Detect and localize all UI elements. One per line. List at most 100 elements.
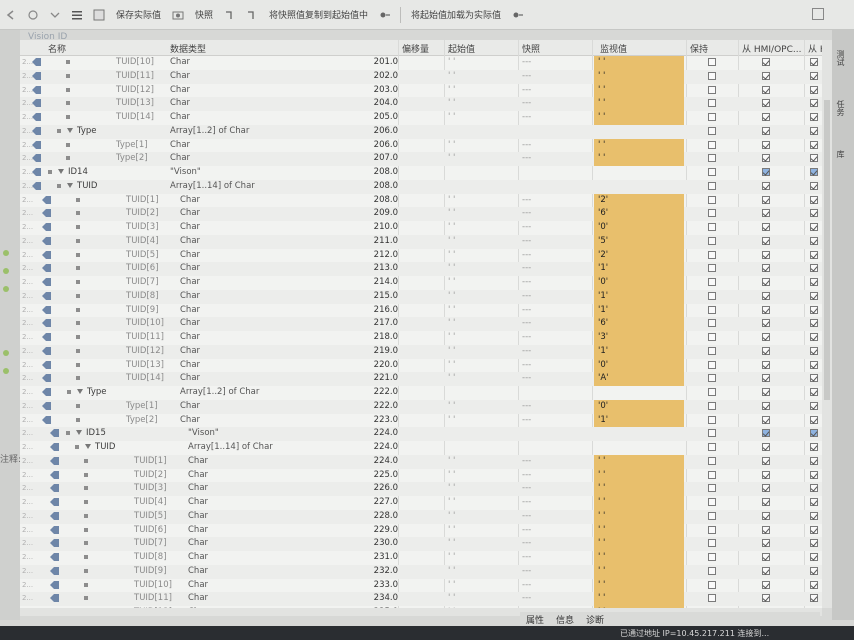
col-header-offset[interactable]: 偏移量 [402,42,429,55]
task-tab-tasks[interactable]: 任务 [835,100,846,116]
retain-checkbox[interactable] [708,195,716,204]
table-row[interactable]: 2... TUID[2] Char 225.0 ' ' --- ' ' [20,468,822,483]
hmi-write-checkbox[interactable] [810,236,818,245]
var-start[interactable]: ' ' [448,552,455,563]
table-row[interactable]: 2... TUID[14] Char 205.0 ' ' --- ' ' [20,111,822,125]
table-row[interactable]: 2... TUID[3] Char 226.0 ' ' --- ' ' [20,482,822,496]
var-start[interactable]: ' ' [448,250,455,261]
table-row[interactable]: 2... ID14 "Vison" 208.0 [20,166,822,180]
hmi-access-checkbox[interactable] [762,388,770,396]
hmi-write-checkbox[interactable] [810,140,818,149]
hmi-write-checkbox[interactable] [810,580,818,589]
hmi-access-checkbox[interactable] [762,168,770,176]
retain-checkbox[interactable] [708,305,716,314]
table-row[interactable]: 2... TUID[8] Char 215.0 ' ' --- '1' [20,289,822,304]
list-view-icon[interactable] [70,9,84,21]
hmi-write-checkbox[interactable] [810,443,818,451]
hmi-write-checkbox[interactable] [810,333,818,341]
copy-snapshot-button[interactable]: 将快照值复制到起始值中 [269,8,368,21]
hmi-write-checkbox[interactable] [810,429,818,438]
monitor-value[interactable]: '1' [594,303,684,318]
task-tab-test[interactable]: 测试 [835,50,846,66]
hmi-write-checkbox[interactable] [810,525,818,534]
monitor-value[interactable]: ' ' [594,551,684,565]
retain-checkbox[interactable] [708,319,716,328]
hmi-write-checkbox[interactable] [810,278,818,286]
maximize-icon[interactable] [812,8,824,20]
retain-checkbox[interactable] [708,71,716,80]
retain-checkbox[interactable] [708,456,716,465]
var-start[interactable]: ' ' [448,373,455,384]
var-start[interactable]: ' ' [448,332,455,343]
hmi-write-checkbox[interactable] [810,58,818,66]
vertical-scrollbar[interactable] [822,40,832,608]
monitor-value[interactable]: ' ' [594,111,684,125]
var-start[interactable]: ' ' [448,71,455,82]
hmi-write-checkbox[interactable] [810,85,818,94]
var-start[interactable]: ' ' [448,525,455,536]
hmi-access-checkbox[interactable] [762,374,770,383]
retain-checkbox[interactable] [708,374,716,383]
monitor-value[interactable]: ' ' [594,83,684,98]
hmi-write-checkbox[interactable] [810,250,818,259]
var-start[interactable]: ' ' [448,401,455,412]
var-start[interactable]: ' ' [448,277,455,288]
table-row[interactable]: 2... TUID[1] Char 208.0 ' ' --- '2' [20,193,822,208]
refresh-icon[interactable] [26,9,40,21]
hmi-write-checkbox[interactable] [810,126,818,135]
table-row[interactable]: 2... TUID[5] Char 212.0 ' ' --- '2' [20,248,822,263]
monitor-value[interactable]: 'A' [594,372,684,386]
collapse-arrow-icon[interactable] [67,127,73,133]
monitor-value[interactable]: '1' [594,262,684,276]
hmi-write-checkbox[interactable] [810,484,818,493]
monitor-value[interactable]: ' ' [594,468,684,483]
hmi-write-checkbox[interactable] [810,305,818,314]
snapshot-icon[interactable] [171,9,185,21]
table-row[interactable]: 2... TUID[11] Char 234.0 ' ' --- ' ' [20,592,822,606]
monitor-value[interactable]: ' ' [594,69,684,84]
monitor-value[interactable]: '0' [594,221,684,235]
hmi-access-checkbox[interactable] [762,278,770,286]
retain-checkbox[interactable] [708,346,716,355]
var-start[interactable]: ' ' [448,497,455,508]
retain-checkbox[interactable] [708,429,716,438]
retain-checkbox[interactable] [708,415,716,424]
hmi-access-checkbox[interactable] [762,456,770,465]
monitor-value[interactable]: '6' [594,207,684,221]
table-row[interactable]: 2... TUID[13] Char 220.0 ' ' --- '0' [20,358,822,373]
var-start[interactable]: ' ' [448,580,455,591]
hmi-write-checkbox[interactable] [810,360,818,369]
col-header-hmi2[interactable]: 从 H [808,42,822,55]
monitor-value[interactable]: '3' [594,331,684,345]
var-start[interactable]: ' ' [448,305,455,316]
copy-icon[interactable] [223,9,237,21]
table-row[interactable]: 2... TUID[8] Char 231.0 ' ' --- ' ' [20,551,822,565]
var-start[interactable]: ' ' [448,140,455,151]
var-start[interactable]: ' ' [448,318,455,329]
table-row[interactable]: 2... TUID[13] Char 204.0 ' ' --- ' ' [20,97,822,111]
table-row[interactable]: 2... TUID[10] Char 201.0 ' ' --- ' ' [20,56,822,70]
monitor-value[interactable]: ' ' [594,578,684,593]
hmi-access-checkbox[interactable] [762,401,770,410]
retain-checkbox[interactable] [708,498,716,506]
table-row[interactable]: 2... TUID[5] Char 228.0 ' ' --- ' ' [20,509,822,524]
var-start[interactable]: ' ' [448,85,455,96]
table-row[interactable]: 2... Type[1] Char 206.0 ' ' --- ' ' [20,138,822,153]
hmi-access-checkbox[interactable] [762,429,770,438]
retain-checkbox[interactable] [708,539,716,548]
monitor-value[interactable]: ' ' [594,454,684,469]
hmi-write-checkbox[interactable] [810,291,818,300]
hmi-access-checkbox[interactable] [762,154,770,163]
expand-icon[interactable] [48,9,62,21]
col-header-start[interactable]: 起始值 [448,42,475,55]
retain-checkbox[interactable] [708,484,716,493]
retain-checkbox[interactable] [708,126,716,135]
retain-checkbox[interactable] [708,168,716,176]
retain-checkbox[interactable] [708,553,716,561]
scroll-thumb[interactable] [824,100,830,400]
var-start[interactable]: ' ' [448,593,455,604]
var-start[interactable]: ' ' [448,415,455,426]
hmi-write-checkbox[interactable] [810,401,818,410]
hmi-write-checkbox[interactable] [810,223,818,231]
retain-checkbox[interactable] [708,291,716,300]
